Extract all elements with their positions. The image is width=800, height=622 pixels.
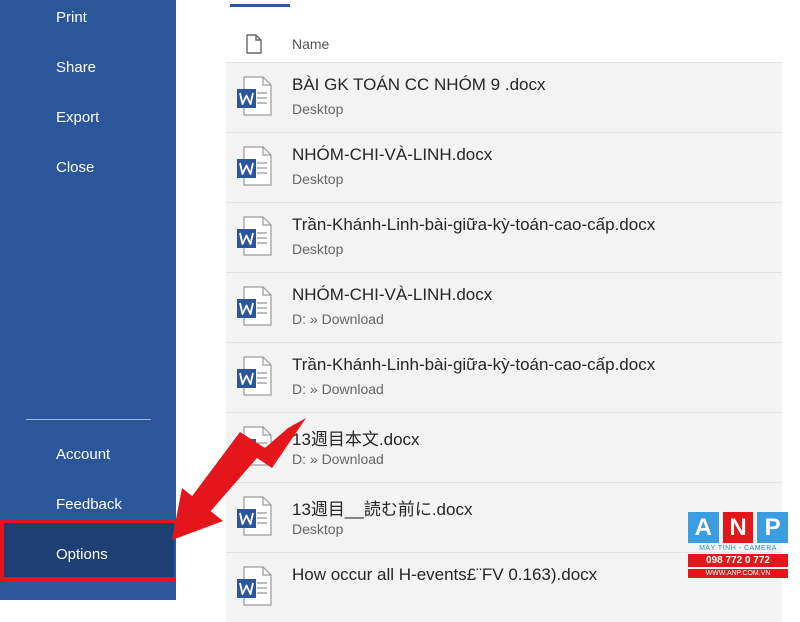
file-location: Desktop	[292, 101, 344, 117]
word-doc-icon	[236, 426, 272, 466]
file-location: Desktop	[292, 241, 344, 257]
nav-account[interactable]: Account	[56, 446, 110, 463]
nav-feedback[interactable]: Feedback	[56, 496, 122, 513]
active-tab-indicator	[230, 4, 290, 7]
sidebar-divider	[26, 419, 151, 420]
recent-file-row[interactable]: NHÓM-CHI-VÀ-LINH.docx D: » Download	[226, 272, 782, 342]
recent-file-row[interactable]: Trần-Khánh-Linh-bài-giữa-kỳ-toán-cao-cấp…	[226, 202, 782, 272]
watermark-phone: 098 772 0 772	[688, 554, 788, 567]
file-location: D: » Download	[292, 451, 384, 467]
recent-file-row[interactable]: Trần-Khánh-Linh-bài-giữa-kỳ-toán-cao-cấp…	[226, 342, 782, 412]
watermark-website: WWW.ANP.COM.VN	[688, 569, 788, 578]
document-icon	[246, 34, 262, 54]
file-list-header: Name	[226, 22, 782, 62]
file-name: Trần-Khánh-Linh-bài-giữa-kỳ-toán-cao-cấp…	[292, 355, 656, 374]
file-location: Desktop	[292, 521, 344, 537]
backstage-sidebar: Print Share Export Close Account Feedbac…	[0, 0, 180, 600]
nav-print[interactable]: Print	[56, 9, 87, 26]
watermark-letter-p: P	[757, 512, 789, 543]
anp-watermark: A N P MÁY TÍNH - CAMERA 098 772 0 772 WW…	[688, 512, 789, 590]
watermark-subtitle: MÁY TÍNH - CAMERA	[699, 545, 777, 552]
name-column-header[interactable]: Name	[292, 36, 329, 52]
file-name: Trần-Khánh-Linh-bài-giữa-kỳ-toán-cao-cấp…	[292, 215, 656, 234]
word-doc-icon	[236, 76, 272, 116]
watermark-letter-n: N	[722, 512, 754, 543]
watermark-letter-a: A	[688, 512, 719, 543]
word-doc-icon	[236, 566, 272, 606]
nav-share[interactable]: Share	[56, 59, 96, 76]
file-location: Desktop	[292, 171, 344, 187]
file-name: BÀI GK TOÁN CC NHÓM 9 .docx	[292, 75, 546, 94]
file-name: NHÓM-CHI-VÀ-LINH.docx	[292, 285, 493, 304]
recent-file-row[interactable]: BÀI GK TOÁN CC NHÓM 9 .docx Desktop	[226, 62, 782, 132]
word-doc-icon	[236, 216, 272, 256]
file-name: 13週目__読む前に.docx	[292, 500, 473, 519]
file-name: NHÓM-CHI-VÀ-LINH.docx	[292, 145, 493, 164]
file-location: D: » Download	[292, 381, 384, 397]
word-doc-icon	[236, 146, 272, 186]
word-doc-icon	[236, 496, 272, 536]
recent-file-row[interactable]: 13週目本文.docx D: » Download	[226, 412, 782, 482]
file-name: How occur all H-events£¨FV 0.163).docx	[292, 565, 598, 584]
nav-export[interactable]: Export	[56, 109, 99, 126]
word-doc-icon	[236, 286, 272, 326]
word-doc-icon	[236, 356, 272, 396]
options-highlight-box	[0, 519, 180, 581]
recent-file-row[interactable]: NHÓM-CHI-VÀ-LINH.docx Desktop	[226, 132, 782, 202]
nav-close[interactable]: Close	[56, 159, 94, 176]
file-location: D: » Download	[292, 311, 384, 327]
file-name: 13週目本文.docx	[292, 430, 420, 449]
